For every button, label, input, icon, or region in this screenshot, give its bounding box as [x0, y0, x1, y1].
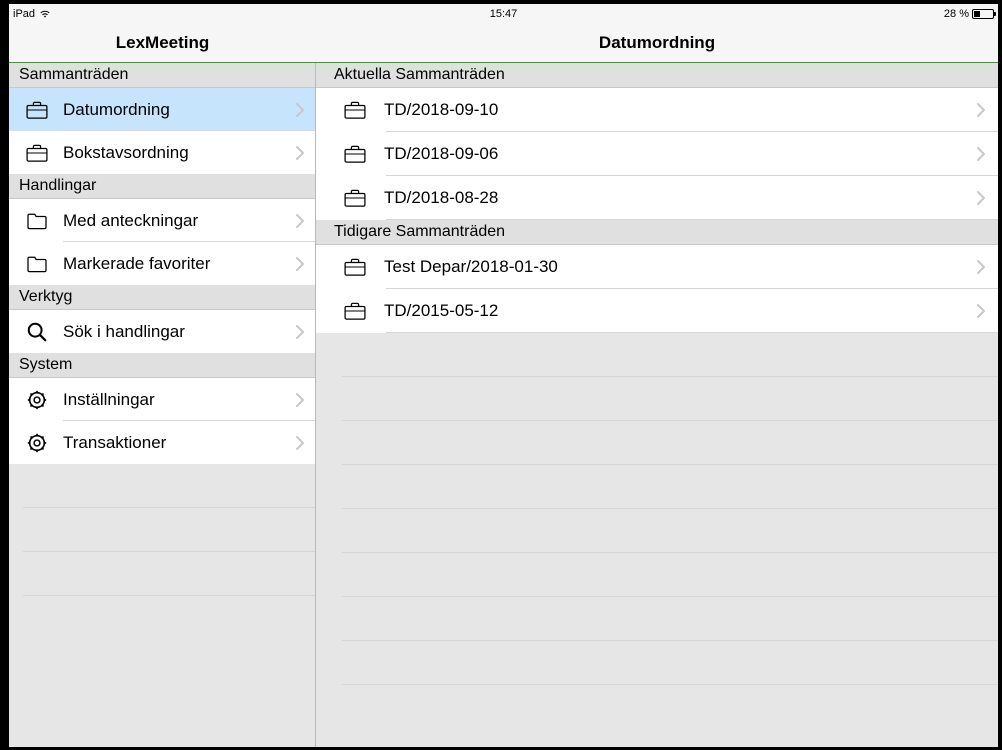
sidebar-item-med-anteckningar[interactable]: Med anteckningar — [9, 199, 315, 242]
briefcase-icon — [342, 302, 368, 320]
divider — [342, 377, 998, 421]
chevron-right-icon — [976, 146, 986, 162]
divider — [386, 332, 998, 333]
briefcase-icon — [23, 101, 51, 119]
chevron-right-icon — [295, 392, 305, 408]
chevron-right-icon — [976, 190, 986, 206]
device-label: iPad — [13, 8, 35, 20]
sidebar-item-inst-llningar[interactable]: Inställningar — [9, 378, 315, 421]
main-content: Aktuella Sammanträden TD/2018-09-10 TD/201… — [316, 63, 998, 747]
sidebar-item-label: Markerade favoriter — [51, 254, 295, 274]
chevron-right-icon — [295, 213, 305, 229]
gear-icon — [23, 389, 51, 411]
meeting-item-label: TD/2018-09-10 — [368, 100, 976, 120]
briefcase-icon — [342, 189, 368, 207]
meeting-item-td-2018-09-10[interactable]: TD/2018-09-10 — [316, 88, 998, 132]
clock: 15:47 — [490, 8, 518, 20]
meeting-item-test-depar-2018-01-30[interactable]: Test Depar/2018-01-30 — [316, 245, 998, 289]
meeting-item-label: Test Depar/2018-01-30 — [368, 257, 976, 277]
title-bar: LexMeeting Datumordning — [9, 23, 998, 63]
sidebar-item-label: Datumordning — [51, 100, 295, 120]
chevron-right-icon — [295, 435, 305, 451]
sidebar-item-label: Inställningar — [51, 390, 295, 410]
main-section-header-tidigare-sammantr-den: Tidigare Sammanträden — [316, 220, 998, 245]
chevron-right-icon — [976, 259, 986, 275]
sidebar-item-bokstavsordning[interactable]: Bokstavsordning — [9, 131, 315, 174]
meeting-item-label: TD/2018-08-28 — [368, 188, 976, 208]
sidebar-item-label: Bokstavsordning — [51, 143, 295, 163]
divider — [342, 509, 998, 553]
wifi-icon — [39, 9, 51, 19]
status-bar: iPad 15:47 28 % — [9, 4, 998, 23]
divider — [23, 552, 315, 596]
search-icon — [23, 321, 51, 343]
chevron-right-icon — [295, 102, 305, 118]
page-title: Datumordning — [316, 23, 998, 62]
sidebar-section-header-handlingar: Handlingar — [9, 174, 315, 199]
app-title: LexMeeting — [9, 23, 316, 62]
sidebar-item-markerade-favoriter[interactable]: Markerade favoriter — [9, 242, 315, 285]
sidebar-item-label: Transaktioner — [51, 433, 295, 453]
sidebar-item-label: Sök i handlingar — [51, 322, 295, 342]
meeting-item-label: TD/2015-05-12 — [368, 301, 976, 321]
sidebar-item-s-k-i-handlingar[interactable]: Sök i handlingar — [9, 310, 315, 353]
sidebar: Sammanträden Datumordning Bokstavsordning H… — [9, 63, 316, 747]
divider — [342, 597, 998, 641]
main-section-header-aktuella-sammantr-den: Aktuella Sammanträden — [316, 63, 998, 88]
briefcase-icon — [342, 101, 368, 119]
chevron-right-icon — [976, 102, 986, 118]
meeting-item-td-2015-05-12[interactable]: TD/2015-05-12 — [316, 289, 998, 333]
sidebar-item-label: Med anteckningar — [51, 211, 295, 231]
divider — [342, 333, 998, 377]
sidebar-section-header-sammantr-den: Sammanträden — [9, 63, 315, 88]
meeting-item-label: TD/2018-09-06 — [368, 144, 976, 164]
chevron-right-icon — [295, 256, 305, 272]
divider — [342, 641, 998, 685]
briefcase-icon — [342, 258, 368, 276]
battery-text: 28 % — [944, 8, 969, 20]
sidebar-item-transaktioner[interactable]: Transaktioner — [9, 421, 315, 464]
divider — [23, 508, 315, 552]
chevron-right-icon — [295, 324, 305, 340]
sidebar-section-header-verktyg: Verktyg — [9, 285, 315, 310]
divider — [342, 465, 998, 509]
folder-icon — [23, 255, 51, 273]
sidebar-section-header-system: System — [9, 353, 315, 378]
sidebar-item-datumordning[interactable]: Datumordning — [9, 88, 315, 131]
briefcase-icon — [342, 145, 368, 163]
gear-icon — [23, 432, 51, 454]
divider — [23, 464, 315, 508]
battery-icon — [972, 9, 994, 19]
chevron-right-icon — [976, 303, 986, 319]
meeting-item-td-2018-08-28[interactable]: TD/2018-08-28 — [316, 176, 998, 220]
divider — [342, 553, 998, 597]
meeting-item-td-2018-09-06[interactable]: TD/2018-09-06 — [316, 132, 998, 176]
divider — [386, 219, 998, 220]
divider — [342, 421, 998, 465]
briefcase-icon — [23, 144, 51, 162]
folder-icon — [23, 212, 51, 230]
chevron-right-icon — [295, 145, 305, 161]
